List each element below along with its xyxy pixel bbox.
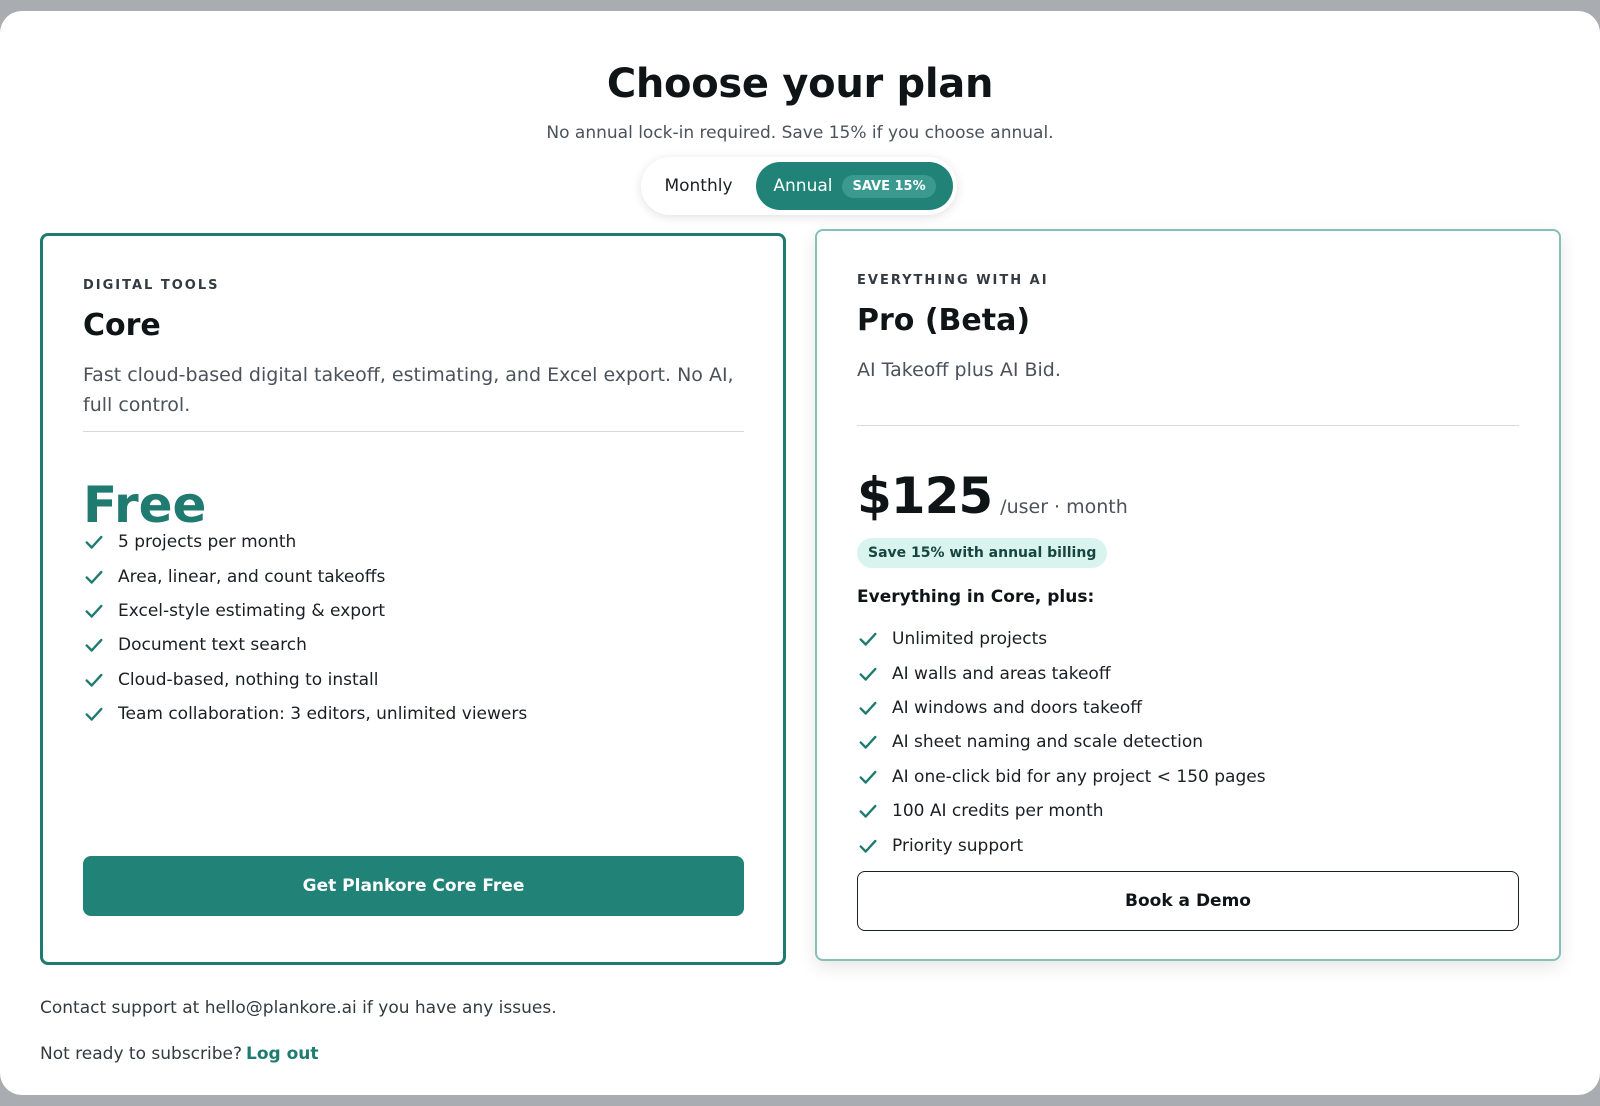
check-icon [859, 770, 877, 784]
plan-name: Core [83, 308, 161, 343]
feature-item: Team collaboration: 3 editors, unlimited… [83, 697, 527, 731]
feature-text: 5 projects per month [118, 532, 297, 553]
plan-eyebrow: DIGITAL TOOLS [83, 278, 220, 293]
billing-toggle-annual-label: Annual [773, 176, 833, 196]
check-icon [85, 639, 103, 653]
feature-item: Unlimited projects [857, 622, 1266, 656]
feature-list: 5 projects per month Area, linear, and co… [83, 525, 527, 731]
feature-text: Cloud-based, nothing to install [118, 669, 379, 690]
check-icon [859, 839, 877, 853]
book-demo-button[interactable]: Book a Demo [857, 871, 1519, 931]
billing-toggle: Monthly Annual SAVE 15% [641, 157, 957, 215]
plan-price-row: $125 /user · month [857, 467, 1128, 525]
feature-item: AI windows and doors takeoff [857, 691, 1266, 725]
plan-divider [83, 431, 744, 432]
feature-item: AI one-click bid for any project < 150 p… [857, 760, 1266, 794]
plan-price-unit: /user · month [1000, 496, 1128, 518]
plan-price: $125 [857, 467, 993, 525]
plan-selection-modal: Choose your plan No annual lock-in requi… [0, 11, 1600, 1095]
feature-text: Priority support [892, 835, 1024, 856]
check-icon [859, 701, 877, 715]
feature-text: 100 AI credits per month [892, 801, 1104, 822]
plan-description: AI Takeoff plus AI Bid. [857, 359, 1061, 381]
logout-link[interactable]: Log out [246, 1044, 319, 1064]
check-icon [85, 604, 103, 618]
feature-text: AI windows and doors takeoff [892, 697, 1142, 718]
get-core-free-button[interactable]: Get Plankore Core Free [83, 856, 744, 916]
feature-item: AI sheet naming and scale detection [857, 725, 1266, 759]
feature-text: Unlimited projects [892, 629, 1048, 650]
feature-item: 100 AI credits per month [857, 794, 1266, 828]
feature-item: Document text search [83, 628, 527, 662]
plan-divider [857, 425, 1519, 426]
not-ready-text: Not ready to subscribe? [40, 1044, 243, 1064]
feature-item: AI walls and areas takeoff [857, 656, 1266, 690]
check-icon [859, 804, 877, 818]
check-icon [85, 535, 103, 549]
plan-card-core: DIGITAL TOOLS Core Fast cloud-based digi… [40, 233, 786, 965]
save-badge: SAVE 15% [842, 174, 936, 198]
includes-heading: Everything in Core, plus: [857, 587, 1095, 607]
plan-eyebrow: EVERYTHING WITH AI [857, 273, 1049, 288]
billing-toggle-annual[interactable]: Annual SAVE 15% [756, 162, 953, 210]
page-subtitle: No annual lock-in required. Save 15% if … [546, 123, 1054, 143]
plan-card-pro: EVERYTHING WITH AI Pro (Beta) AI Takeoff… [815, 229, 1561, 961]
check-icon [859, 736, 877, 750]
check-icon [85, 707, 103, 721]
feature-item: Excel-style estimating & export [83, 594, 527, 628]
check-icon [85, 570, 103, 584]
feature-text: Excel-style estimating & export [118, 600, 386, 621]
feature-list: Unlimited projects AI walls and areas tak… [857, 622, 1266, 863]
feature-text: Document text search [118, 635, 307, 656]
check-icon [859, 667, 877, 681]
annual-billing-badge: Save 15% with annual billing [857, 538, 1108, 568]
billing-toggle-monthly[interactable]: Monthly [641, 157, 756, 215]
feature-text: AI one-click bid for any project < 150 p… [892, 766, 1266, 787]
page-title: Choose your plan [606, 61, 994, 107]
plan-name: Pro (Beta) [857, 303, 1031, 338]
feature-item: Area, linear, and count takeoffs [83, 559, 527, 593]
plan-description: Fast cloud-based digital takeoff, estima… [83, 364, 734, 416]
check-icon [85, 673, 103, 687]
feature-item: Priority support [857, 828, 1266, 862]
feature-text: AI sheet naming and scale detection [892, 732, 1203, 753]
feature-text: Area, linear, and count takeoffs [118, 566, 386, 587]
check-icon [859, 632, 877, 646]
support-contact-text: Contact support at hello@plankore.ai if … [40, 998, 557, 1018]
feature-item: Cloud-based, nothing to install [83, 663, 527, 697]
feature-item: 5 projects per month [83, 525, 527, 559]
feature-text: AI walls and areas takeoff [892, 663, 1111, 684]
feature-text: Team collaboration: 3 editors, unlimited… [118, 704, 528, 725]
logout-prompt: Not ready to subscribe? Log out [40, 1044, 319, 1064]
